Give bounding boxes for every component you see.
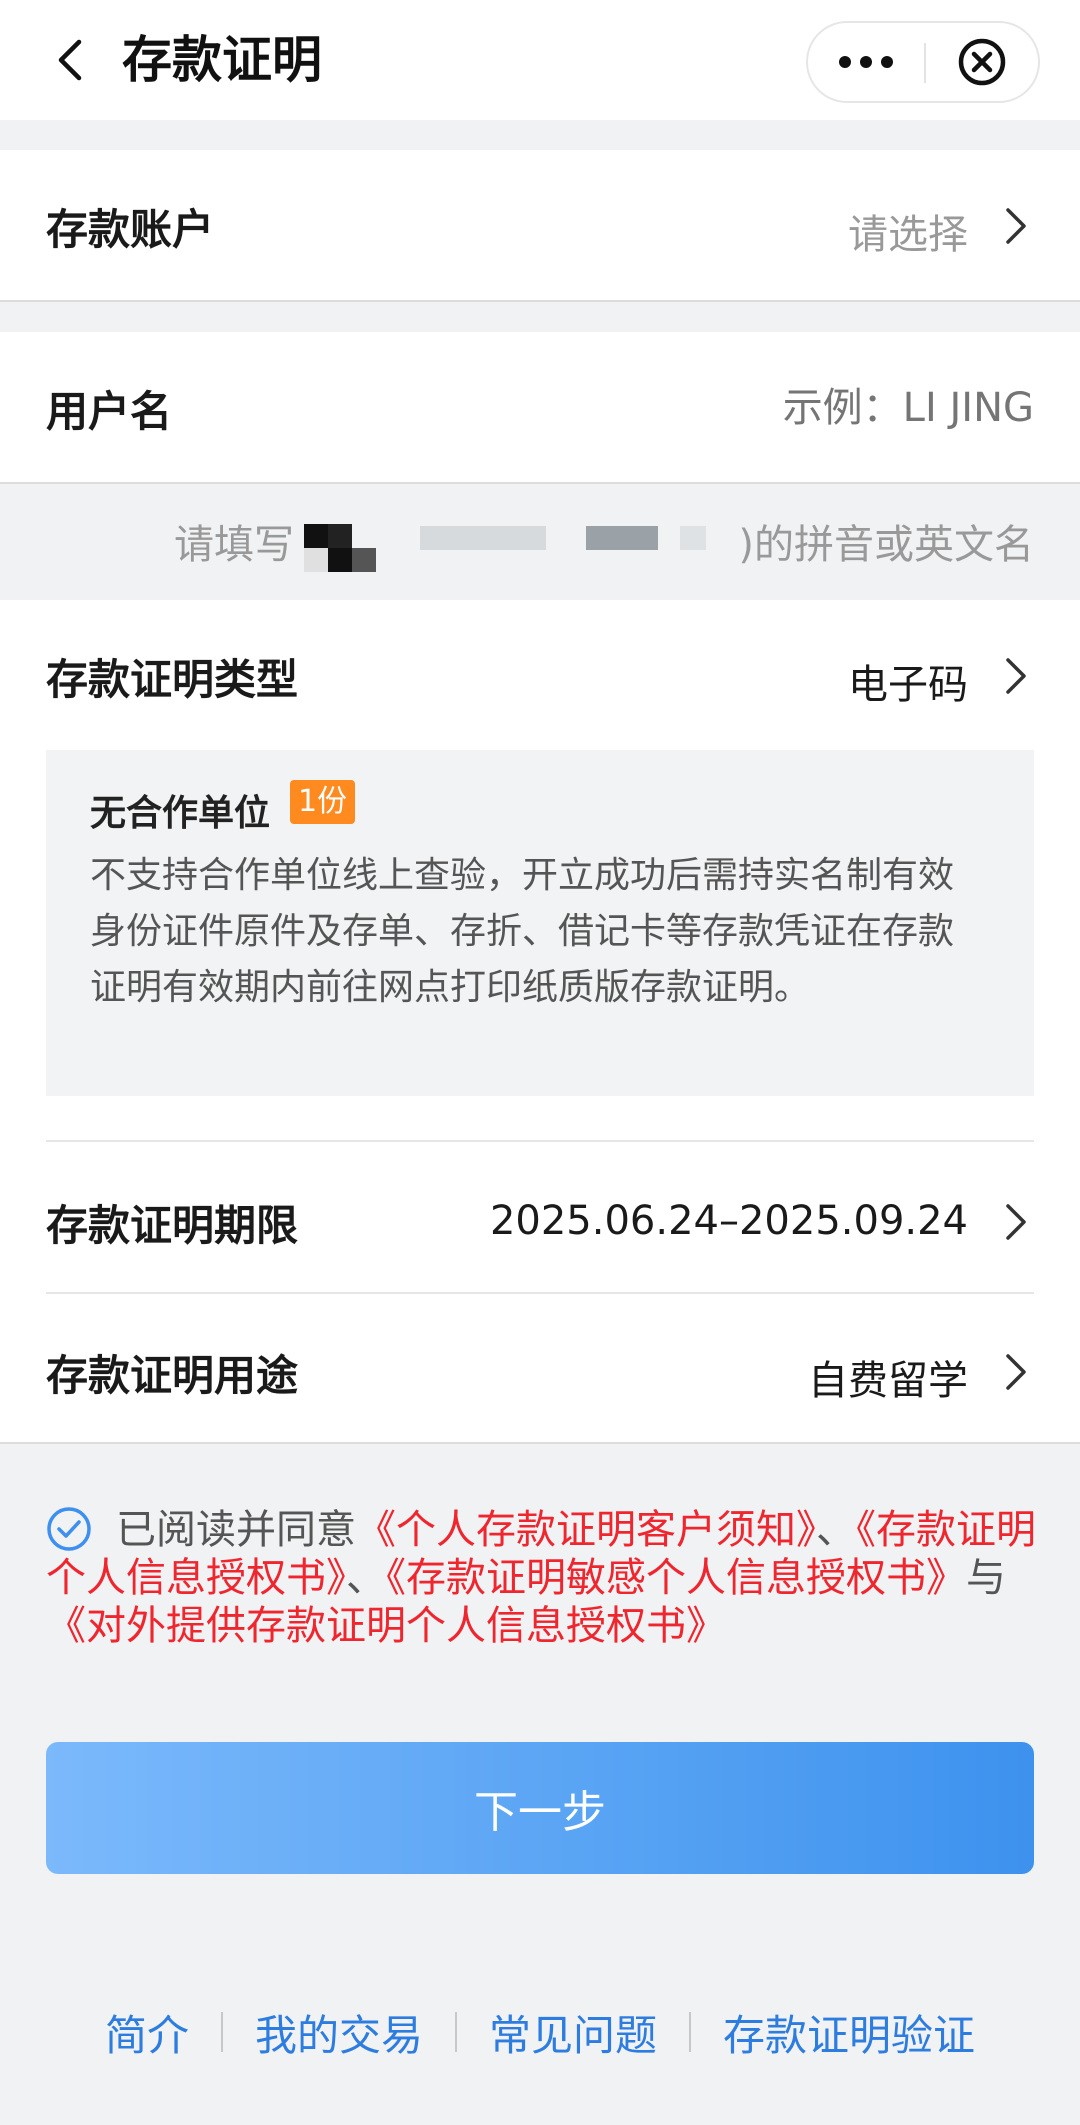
mini-program-capsule <box>806 21 1040 103</box>
certificate-purpose-value: 自费留学 <box>808 1358 968 1404</box>
username-row: 用户名 <box>0 332 1080 482</box>
page-title: 存款证明 <box>122 31 322 89</box>
certificate-info-box: 无合作单位 1份 不支持合作单位线上查验，开立成功后需持实名制有效身份证件原件及… <box>46 750 1034 1096</box>
link-customer-notice[interactable]: 《个人存款证明客户须知》 <box>356 1507 816 1553</box>
more-icon <box>839 56 893 68</box>
nav-bar: 存款证明 <box>0 0 1080 120</box>
chevron-right-icon <box>1006 1354 1026 1390</box>
more-button[interactable] <box>808 23 924 101</box>
username-input[interactable] <box>474 376 1034 440</box>
footer-link-faq[interactable]: 常见问题 <box>489 2002 657 2063</box>
link-external-provision-authorization[interactable]: 《对外提供存款证明个人信息授权书》 <box>46 1603 726 1649</box>
footer-separator <box>455 2012 457 2052</box>
agreement-prefix: 已阅读并同意 <box>116 1507 356 1553</box>
username-label: 用户名 <box>46 387 173 436</box>
footer-separator <box>689 2012 692 2052</box>
certificate-purpose-label: 存款证明用途 <box>46 1351 299 1400</box>
section-divider <box>0 1442 1080 1444</box>
footer-links: 简介 我的交易 常见问题 存款证明验证 <box>0 2000 1080 2064</box>
deposit-account-value: 请选择 <box>848 212 968 258</box>
hint-prefix: 请填写 <box>174 522 294 568</box>
redacted-name-pixels <box>680 526 706 550</box>
footer-separator <box>220 2012 223 2052</box>
link-sensitive-info-authorization[interactable]: 《存款证明敏感个人信息授权书》 <box>386 1555 966 1601</box>
deposit-account-label: 存款账户 <box>46 205 215 254</box>
info-title: 无合作单位 <box>90 793 271 834</box>
section-divider <box>0 300 1080 302</box>
close-circle-icon <box>958 38 1006 86</box>
chevron-right-icon <box>1006 658 1026 694</box>
info-description: 不支持合作单位线上查验，开立成功后需持实名制有效身份证件原件及存单、存折、借记卡… <box>90 855 955 1008</box>
redacted-name-pixels <box>304 524 376 572</box>
certificate-type-row[interactable]: 存款证明类型 电子码 <box>0 600 1080 750</box>
certificate-type-label: 存款证明类型 <box>46 655 299 704</box>
certificate-purpose-row[interactable]: 存款证明用途 自费留学 <box>0 1294 1080 1442</box>
certificate-period-value: 2025.06.24–2025.09.24 <box>489 1198 968 1244</box>
back-button[interactable] <box>40 30 100 90</box>
close-button[interactable] <box>926 23 1038 101</box>
agreement-separator: 、 <box>816 1507 856 1553</box>
certificate-period-label: 存款证明期限 <box>46 1201 299 1250</box>
chevron-left-icon <box>58 39 82 81</box>
footer-link-intro[interactable]: 简介 <box>105 2002 189 2063</box>
agreement-text: 已阅读并同意《个人存款证明客户须知》、《存款证明个人信息授权书》、《存款证明敏感… <box>46 1506 1036 1650</box>
redacted-name-pixels <box>420 526 546 550</box>
agreement-separator: 与 <box>966 1555 1006 1601</box>
deposit-account-row[interactable]: 存款账户 请选择 <box>0 150 1080 300</box>
hint-suffix: )的拼音或英文名 <box>738 522 1034 568</box>
certificate-type-value: 电子码 <box>848 662 968 708</box>
next-step-button[interactable]: 下一步 <box>46 1742 1034 1874</box>
agreement-separator: 、 <box>346 1555 386 1601</box>
chevron-right-icon <box>1006 208 1026 244</box>
footer-link-verify[interactable]: 存款证明验证 <box>723 2002 975 2063</box>
copies-badge: 1份 <box>290 780 356 824</box>
footer-link-my-transactions[interactable]: 我的交易 <box>255 2002 423 2063</box>
certificate-period-row[interactable]: 存款证明期限 2025.06.24–2025.09.24 <box>0 1142 1080 1292</box>
redacted-name-pixels <box>586 526 658 550</box>
chevron-right-icon <box>1006 1204 1026 1240</box>
